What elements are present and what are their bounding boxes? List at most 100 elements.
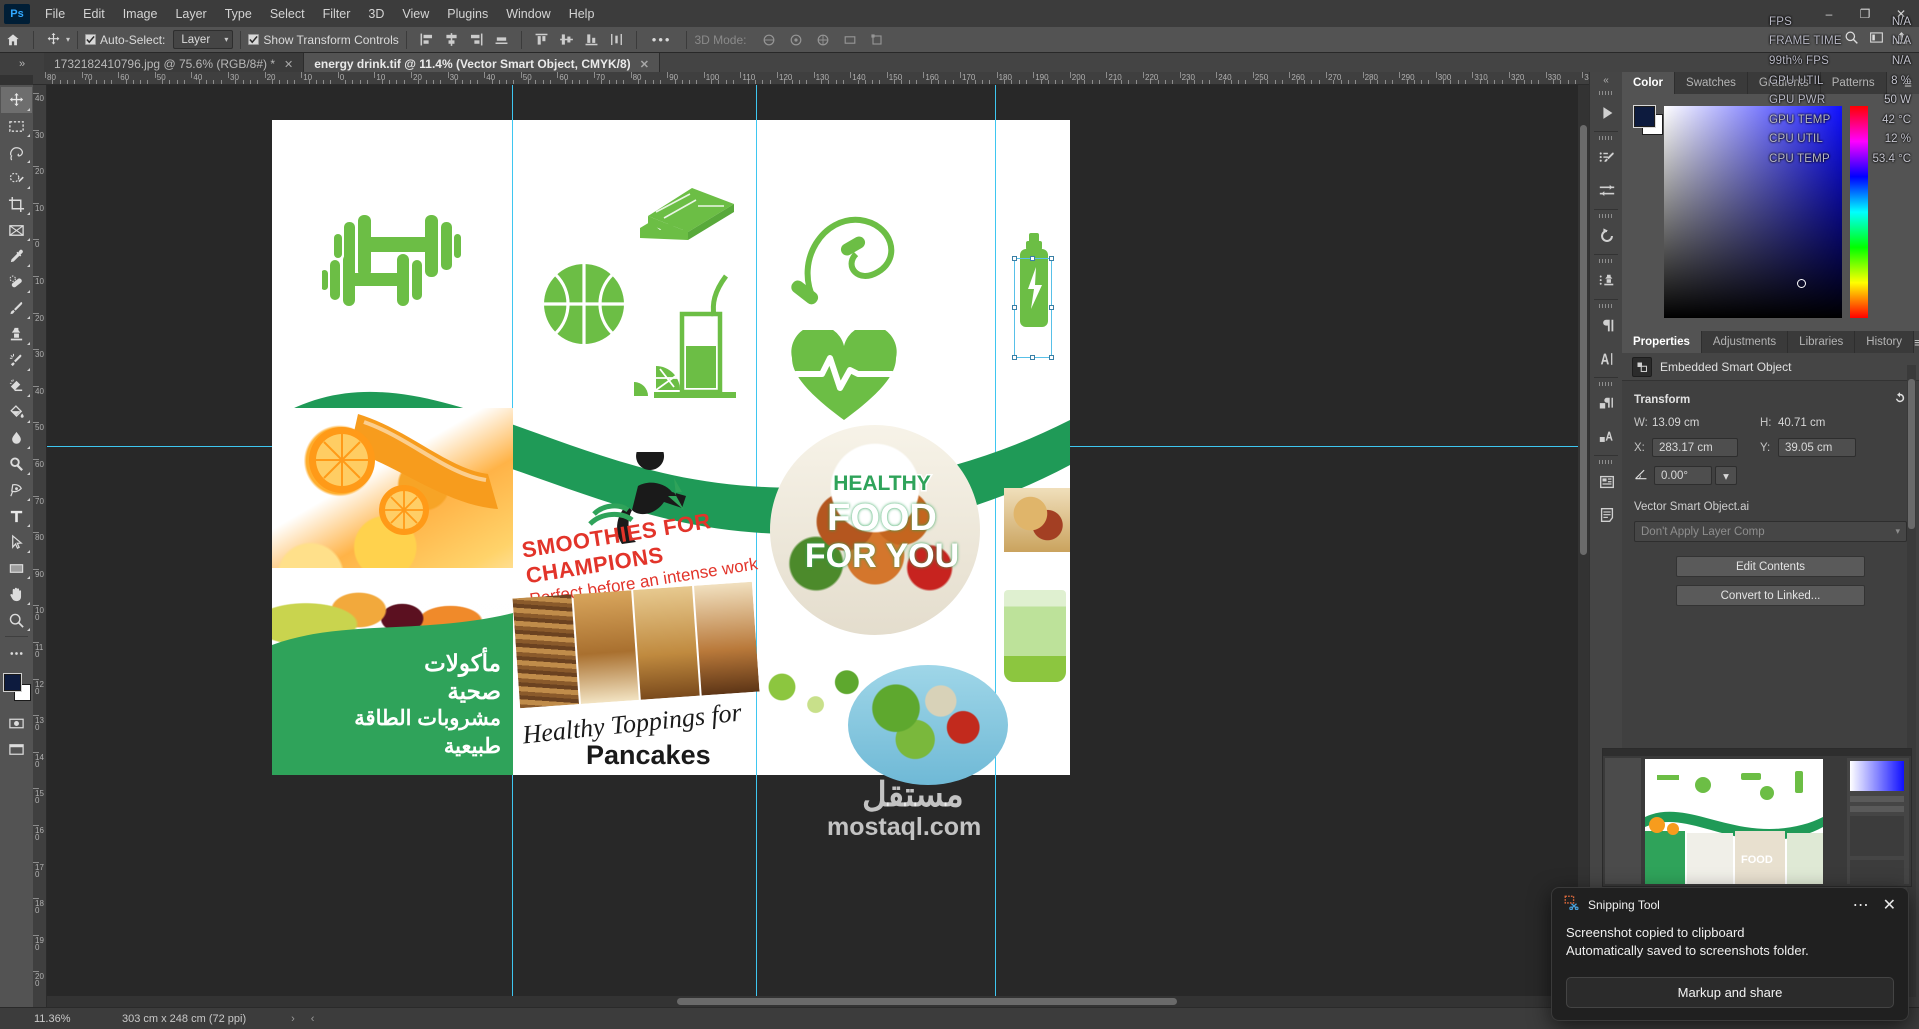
- angle-chevron-down-icon[interactable]: ▾: [1715, 466, 1737, 485]
- align-right-edges-icon[interactable]: [464, 29, 489, 51]
- clone-source-icon[interactable]: [1590, 264, 1623, 297]
- zoom-tool[interactable]: [1, 607, 32, 633]
- markup-and-share-button[interactable]: Markup and share: [1566, 977, 1894, 1008]
- transform-handle[interactable]: [1049, 355, 1054, 360]
- more-options-button[interactable]: •••: [644, 32, 680, 47]
- panel-foreground-swatch[interactable]: [1633, 105, 1656, 128]
- frame-tool[interactable]: [1, 217, 32, 243]
- close-icon[interactable]: ✕: [640, 58, 649, 71]
- align-top-edges-icon[interactable]: [529, 29, 554, 51]
- smart-object-selection-box[interactable]: [1012, 256, 1054, 360]
- vertical-scrollbar[interactable]: [1578, 85, 1589, 996]
- auto-select-scope-select[interactable]: Layer ▾: [173, 30, 234, 49]
- tab-adjustments[interactable]: Adjustments: [1701, 331, 1789, 353]
- character-styles-icon[interactable]: [1590, 420, 1623, 453]
- menu-select[interactable]: Select: [261, 4, 314, 24]
- menu-help[interactable]: Help: [560, 4, 604, 24]
- path-selection-tool[interactable]: [1, 529, 32, 555]
- panel-grip[interactable]: [1590, 380, 1622, 387]
- drag-3d-icon[interactable]: [810, 29, 835, 51]
- transform-handle[interactable]: [1030, 256, 1035, 261]
- transform-handle[interactable]: [1049, 305, 1054, 310]
- move-tool-preset-icon[interactable]: [41, 32, 65, 47]
- rectangle-tool[interactable]: [1, 555, 32, 581]
- transform-handle[interactable]: [1012, 305, 1017, 310]
- history-brush-tool[interactable]: [1, 347, 32, 373]
- pen-tool[interactable]: [1, 477, 32, 503]
- workspace-switcher-icon[interactable]: [1869, 30, 1884, 50]
- eyedropper-tool[interactable]: [1, 243, 32, 269]
- layer-comp-select[interactable]: Don't Apply Layer Comp ▾: [1634, 521, 1907, 542]
- status-collapse-icon[interactable]: ‹: [311, 1013, 315, 1025]
- notification-more-icon[interactable]: ⋯: [1853, 895, 1869, 915]
- hue-strip[interactable]: [1850, 106, 1868, 318]
- edit-contents-button[interactable]: Edit Contents: [1676, 556, 1865, 577]
- height-value[interactable]: 40.71 cm: [1778, 417, 1825, 429]
- close-button[interactable]: ✕: [1883, 0, 1919, 27]
- tab-gradients[interactable]: Gradients: [1747, 72, 1821, 94]
- menu-edit[interactable]: Edit: [74, 4, 114, 24]
- panel-grip[interactable]: [1590, 458, 1622, 465]
- menu-plugins[interactable]: Plugins: [438, 4, 497, 24]
- convert-to-linked-button[interactable]: Convert to Linked...: [1676, 585, 1865, 606]
- vertical-ruler[interactable]: 40 30 20 10 0 10 20 30 40 50 60 70 80 90 100 110 120 130 1…: [33, 85, 47, 1007]
- width-value[interactable]: 13.09 cm: [1652, 417, 1760, 429]
- transform-handle[interactable]: [1012, 256, 1017, 261]
- roll-3d-icon[interactable]: [783, 29, 808, 51]
- slide-3d-icon[interactable]: [837, 29, 862, 51]
- spot-healing-brush-tool[interactable]: [1, 269, 32, 295]
- menu-file[interactable]: File: [36, 4, 74, 24]
- screen-mode-icon[interactable]: [1, 736, 32, 762]
- close-icon[interactable]: ✕: [284, 58, 293, 71]
- scale-3d-icon[interactable]: [864, 29, 889, 51]
- panel-grip[interactable]: [1590, 89, 1622, 96]
- distribute-bottom-icon[interactable]: [579, 29, 604, 51]
- tab-history[interactable]: History: [1855, 331, 1915, 353]
- history-icon[interactable]: [1590, 219, 1623, 252]
- home-icon[interactable]: [0, 33, 26, 47]
- status-expand-icon[interactable]: ›: [291, 1013, 295, 1025]
- blur-tool[interactable]: [1, 425, 32, 451]
- character-icon[interactable]: [1590, 342, 1623, 375]
- distribute-horizontally-icon[interactable]: [604, 29, 629, 51]
- color-field[interactable]: [1664, 106, 1842, 318]
- search-icon[interactable]: [1844, 30, 1859, 50]
- transform-handle[interactable]: [1030, 355, 1035, 360]
- panel-grip[interactable]: [1590, 302, 1622, 309]
- menu-type[interactable]: Type: [216, 4, 261, 24]
- x-input[interactable]: 283.17 cm: [1652, 438, 1738, 457]
- lasso-tool[interactable]: [1, 139, 32, 165]
- type-tool[interactable]: [1, 503, 32, 529]
- menu-window[interactable]: Window: [497, 4, 559, 24]
- collapse-panels-icon[interactable]: «: [1590, 72, 1622, 89]
- tool-preset-chevron-down-icon[interactable]: ▾: [66, 35, 70, 44]
- foreground-background-color[interactable]: [1, 672, 32, 704]
- color-field-marker[interactable]: [1797, 279, 1806, 288]
- panel-color-swatches[interactable]: [1633, 105, 1664, 136]
- rotate-3d-icon[interactable]: [756, 29, 781, 51]
- eraser-tool[interactable]: [1, 373, 32, 399]
- horizontal-ruler[interactable]: 80 70 60 50 40 30 20 10 0 10 20 30 40 50 60 70 80 90 100 11…: [33, 72, 1589, 85]
- align-horizontal-centers-icon[interactable]: [439, 29, 464, 51]
- canvas-area[interactable]: مأكولات صحية مشروبات الطاقة طبيعية SMOOT…: [47, 85, 1589, 1007]
- foreground-color-swatch[interactable]: [3, 673, 22, 692]
- transform-handle[interactable]: [1049, 256, 1054, 261]
- menu-filter[interactable]: Filter: [314, 4, 360, 24]
- share-icon[interactable]: [1894, 30, 1909, 50]
- align-bottom-edges-icon[interactable]: [489, 29, 514, 51]
- align-vertical-centers-icon[interactable]: [554, 29, 579, 51]
- horizontal-scrollbar[interactable]: [47, 996, 1589, 1007]
- menu-view[interactable]: View: [393, 4, 438, 24]
- crop-tool[interactable]: [1, 191, 32, 217]
- zoom-level[interactable]: 11.36%: [34, 1013, 104, 1025]
- scroll-thumb[interactable]: [677, 998, 1177, 1005]
- quick-mask-icon[interactable]: [1, 710, 32, 736]
- edit-toolbar-icon[interactable]: [1, 640, 32, 666]
- tab-libraries[interactable]: Libraries: [1788, 331, 1856, 353]
- layer-comps-icon[interactable]: [1590, 465, 1623, 498]
- show-transform-controls-checkbox[interactable]: [248, 34, 260, 45]
- paragraph-icon[interactable]: [1590, 309, 1623, 342]
- tab-swatches[interactable]: Swatches: [1675, 72, 1748, 94]
- notification-close-icon[interactable]: ✕: [1883, 895, 1896, 915]
- menu-image[interactable]: Image: [114, 4, 167, 24]
